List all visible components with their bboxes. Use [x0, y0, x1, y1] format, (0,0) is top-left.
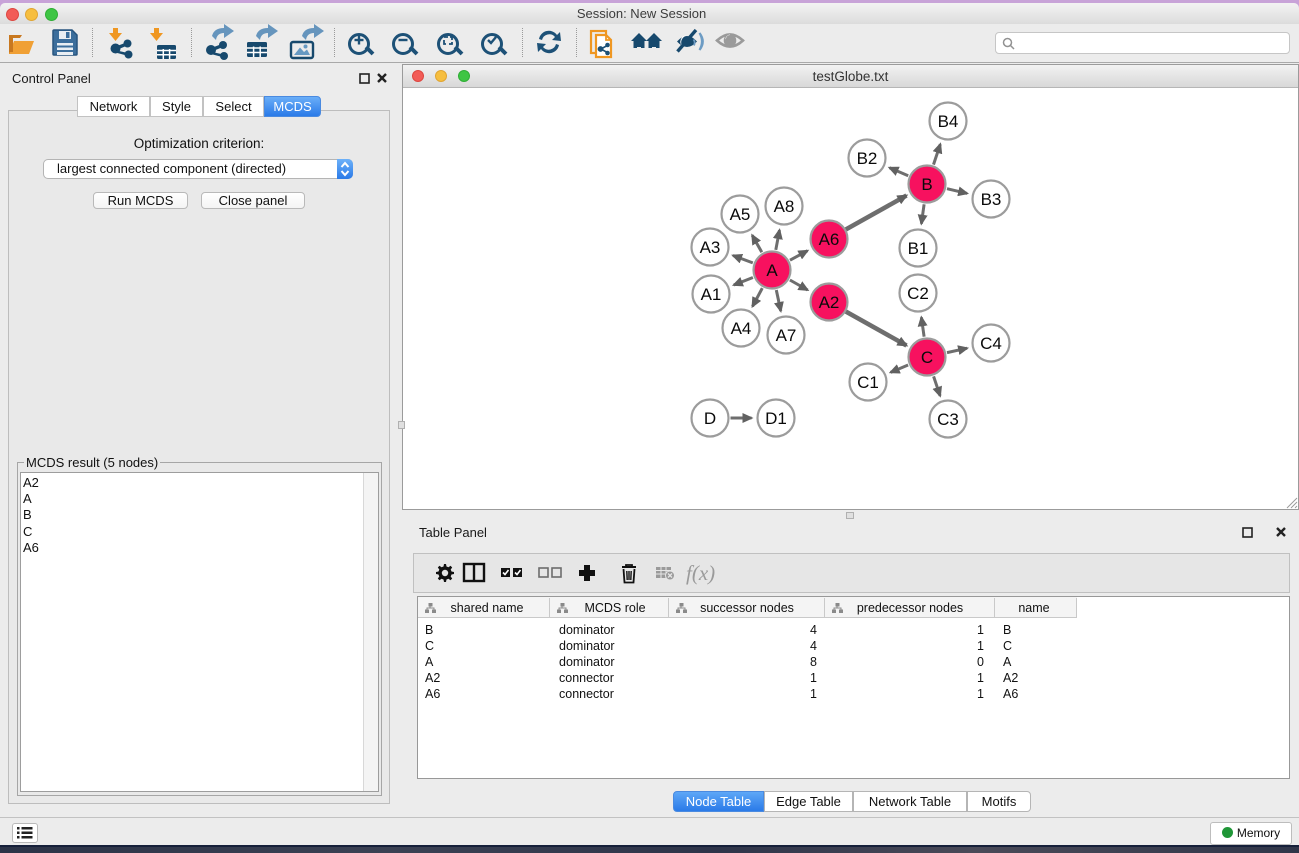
svg-text:C1: C1 [857, 373, 879, 392]
svg-text:shared name: shared name [451, 601, 524, 615]
svg-text:1: 1 [977, 687, 984, 701]
svg-text:connector: connector [559, 671, 614, 685]
svg-text:1: 1 [810, 687, 817, 701]
svg-text:C: C [921, 348, 933, 367]
svg-text:predecessor nodes: predecessor nodes [857, 601, 963, 615]
svg-text:B1: B1 [908, 239, 929, 258]
svg-text:A2: A2 [1003, 671, 1018, 685]
svg-text:C3: C3 [937, 410, 959, 429]
svg-text:D1: D1 [765, 409, 787, 428]
svg-text:B: B [921, 175, 932, 194]
svg-text:B4: B4 [938, 112, 959, 131]
svg-text:4: 4 [810, 623, 817, 637]
svg-text:A5: A5 [730, 205, 751, 224]
svg-text:A7: A7 [776, 326, 797, 345]
svg-text:successor nodes: successor nodes [700, 601, 794, 615]
svg-text:B: B [425, 623, 433, 637]
svg-text:1: 1 [810, 671, 817, 685]
svg-text:A3: A3 [700, 238, 721, 257]
svg-text:4: 4 [810, 639, 817, 653]
svg-text:A6: A6 [425, 687, 440, 701]
svg-text:C: C [425, 639, 434, 653]
svg-text:A: A [425, 655, 434, 669]
svg-text:A2: A2 [425, 671, 440, 685]
svg-text:C2: C2 [907, 284, 929, 303]
svg-text:A2: A2 [819, 293, 840, 312]
svg-text:B: B [1003, 623, 1011, 637]
svg-text:A4: A4 [731, 319, 752, 338]
svg-text:A: A [1003, 655, 1012, 669]
svg-text:f(x): f(x) [686, 561, 715, 585]
svg-text:connector: connector [559, 687, 614, 701]
svg-text:A8: A8 [774, 197, 795, 216]
svg-text:dominator: dominator [559, 655, 615, 669]
svg-text:1: 1 [977, 623, 984, 637]
svg-text:A1: A1 [701, 285, 722, 304]
svg-text:dominator: dominator [559, 623, 615, 637]
svg-text:1: 1 [977, 671, 984, 685]
svg-text:B2: B2 [857, 149, 878, 168]
svg-text:dominator: dominator [559, 639, 615, 653]
svg-text:B3: B3 [981, 190, 1002, 209]
svg-text:0: 0 [977, 655, 984, 669]
svg-text:8: 8 [810, 655, 817, 669]
svg-text:A: A [766, 261, 778, 280]
svg-text:A6: A6 [1003, 687, 1018, 701]
svg-text:C4: C4 [980, 334, 1002, 353]
svg-text:MCDS role: MCDS role [584, 601, 645, 615]
svg-text:1: 1 [977, 639, 984, 653]
svg-text:A6: A6 [819, 230, 840, 249]
svg-text:name: name [1018, 601, 1049, 615]
svg-text:C: C [1003, 639, 1012, 653]
svg-text:D: D [704, 409, 716, 428]
